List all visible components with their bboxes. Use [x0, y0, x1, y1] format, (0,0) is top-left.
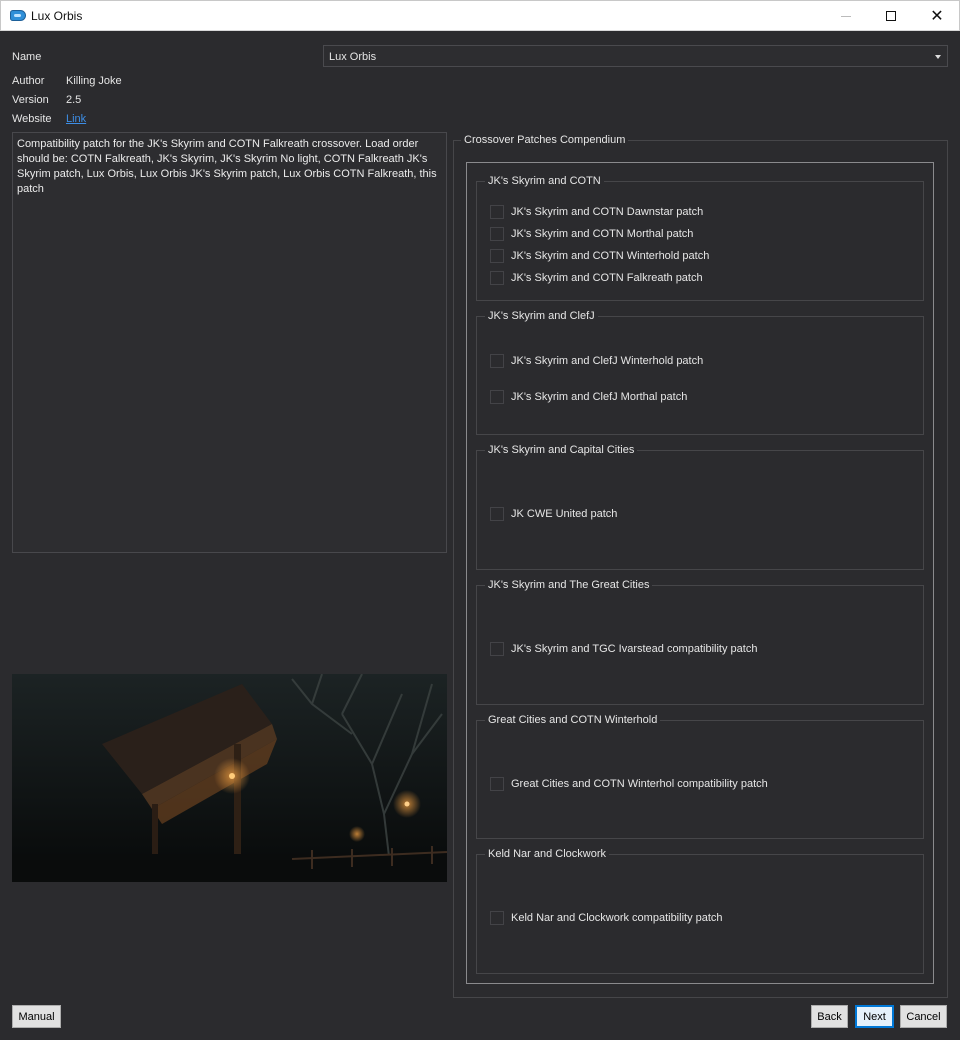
option-row[interactable]: JK's Skyrim and COTN Dawnstar patch — [490, 204, 703, 220]
compendium-title: Crossover Patches Compendium — [461, 134, 629, 146]
checkbox[interactable] — [490, 249, 504, 263]
option-label: JK's Skyrim and ClefJ Morthal patch — [511, 391, 688, 403]
option-label: JK's Skyrim and COTN Winterhold patch — [511, 250, 710, 262]
maximize-button[interactable] — [868, 1, 914, 31]
option-row[interactable]: JK CWE United patch — [490, 506, 617, 522]
name-select[interactable]: Lux Orbis — [323, 45, 948, 67]
name-label: Name — [12, 51, 42, 63]
option-label: Keld Nar and Clockwork compatibility pat… — [511, 912, 723, 924]
author-value: Killing Joke — [66, 75, 122, 87]
option-row[interactable]: JK's Skyrim and ClefJ Winterhold patch — [490, 353, 703, 369]
version-value: 2.5 — [66, 94, 82, 106]
option-row[interactable]: Great Cities and COTN Winterhol compatib… — [490, 776, 768, 792]
preview-scene — [12, 674, 447, 882]
checkbox[interactable] — [490, 390, 504, 404]
close-icon: ✕ — [930, 8, 944, 25]
app-logo-icon — [10, 10, 26, 21]
chevron-down-icon — [935, 55, 941, 59]
group-title: JK's Skyrim and COTN — [485, 175, 604, 187]
back-button[interactable]: Back — [811, 1005, 848, 1028]
checkbox[interactable] — [490, 777, 504, 791]
window-title: Lux Orbis — [31, 9, 83, 23]
description-box[interactable]: Compatibility patch for the JK's Skyrim … — [12, 132, 447, 553]
option-label: JK CWE United patch — [511, 508, 618, 520]
manual-button[interactable]: Manual — [12, 1005, 61, 1028]
group-title: JK's Skyrim and The Great Cities — [485, 579, 653, 591]
maximize-icon — [886, 11, 896, 21]
checkbox[interactable] — [490, 227, 504, 241]
option-row[interactable]: JK's Skyrim and COTN Winterhold patch — [490, 248, 709, 264]
next-button[interactable]: Next — [855, 1005, 894, 1028]
option-row[interactable]: JK's Skyrim and COTN Falkreath patch — [490, 270, 703, 286]
checkbox[interactable] — [490, 911, 504, 925]
group-title: JK's Skyrim and Capital Cities — [485, 444, 638, 456]
installer-window: Lux Orbis ✕ Name Lux Orbis Author Killin… — [0, 0, 960, 1040]
close-button[interactable]: ✕ — [914, 1, 960, 31]
option-row[interactable]: Keld Nar and Clockwork compatibility pat… — [490, 910, 723, 926]
checkbox[interactable] — [490, 507, 504, 521]
website-label: Website — [12, 113, 52, 125]
option-label: JK's Skyrim and COTN Falkreath patch — [511, 272, 703, 284]
option-label: JK's Skyrim and TGC Ivarstead compatibil… — [511, 643, 758, 655]
option-label: JK's Skyrim and COTN Morthal patch — [511, 228, 694, 240]
website-link[interactable]: Link — [66, 113, 86, 125]
checkbox[interactable] — [490, 354, 504, 368]
checkbox[interactable] — [490, 205, 504, 219]
option-label: JK's Skyrim and ClefJ Winterhold patch — [511, 355, 704, 367]
option-row[interactable]: JK's Skyrim and ClefJ Morthal patch — [490, 389, 687, 405]
author-label: Author — [12, 75, 45, 87]
minimize-icon — [841, 15, 851, 17]
group-title: Great Cities and COTN Winterhold — [485, 714, 661, 726]
option-row[interactable]: JK's Skyrim and COTN Morthal patch — [490, 226, 693, 242]
version-label: Version — [12, 94, 49, 106]
group-title: Keld Nar and Clockwork — [485, 848, 609, 860]
minimize-button[interactable] — [823, 1, 869, 31]
option-label: JK's Skyrim and COTN Dawnstar patch — [511, 206, 704, 218]
group-jk-clefj — [476, 316, 924, 435]
cancel-button[interactable]: Cancel — [900, 1005, 947, 1028]
option-label: Great Cities and COTN Winterhol compatib… — [511, 778, 768, 790]
name-select-value: Lux Orbis — [329, 51, 377, 63]
option-row[interactable]: JK's Skyrim and TGC Ivarstead compatibil… — [490, 641, 757, 657]
preview-image — [12, 674, 447, 882]
checkbox[interactable] — [490, 271, 504, 285]
checkbox[interactable] — [490, 642, 504, 656]
group-title: JK's Skyrim and ClefJ — [485, 310, 598, 322]
title-bar: Lux Orbis ✕ — [0, 0, 960, 31]
